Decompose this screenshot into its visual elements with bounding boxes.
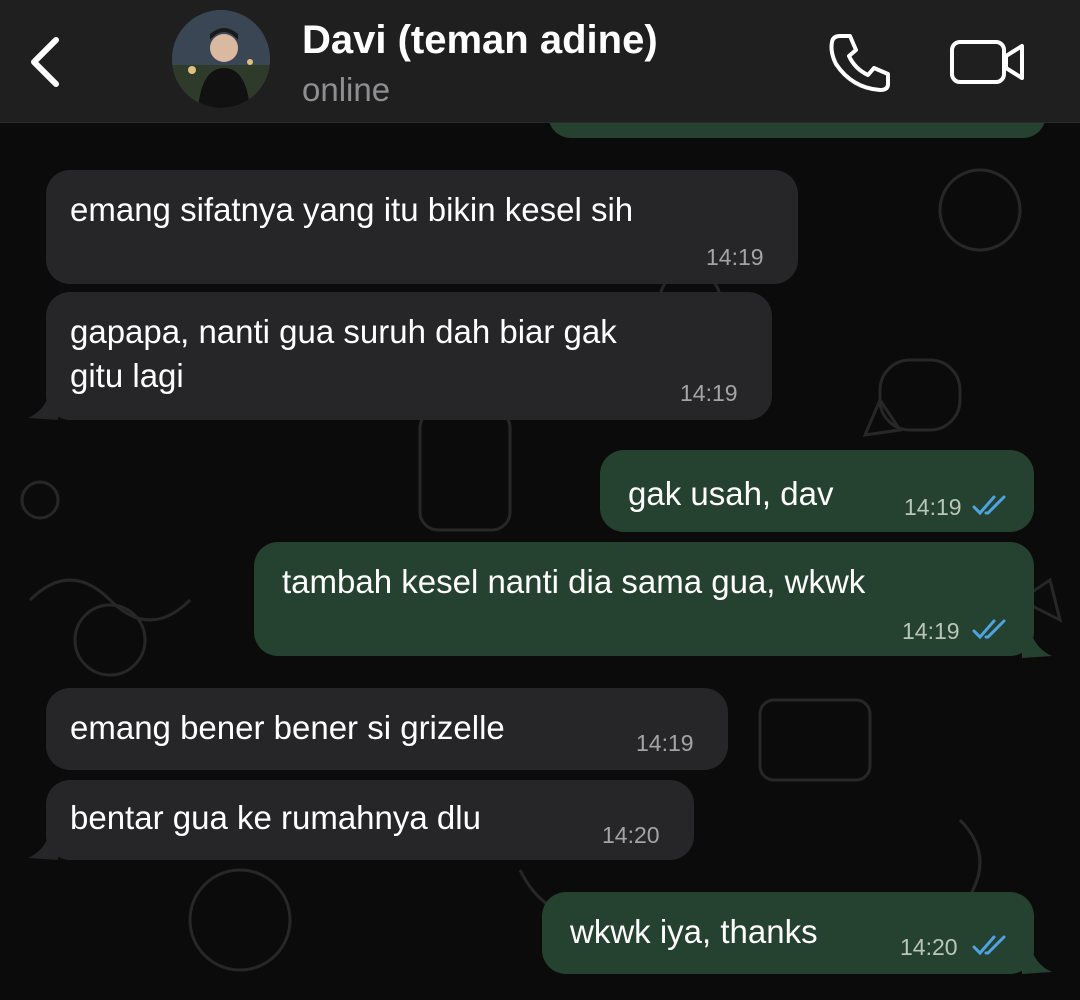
message-text: bentar gua ke rumahnya dlu [70, 799, 481, 836]
message-bubble-outgoing[interactable]: gak usah, dav 14:19 [600, 450, 1034, 532]
chevron-left-icon [31, 37, 59, 87]
phone-icon [829, 34, 890, 92]
contact-name[interactable]: Davi (teman adine) [302, 18, 658, 63]
message-text: tambah kesel nanti dia sama gua, wkwk [282, 563, 866, 600]
message-text: gak usah, dav [628, 475, 834, 512]
back-button[interactable] [22, 30, 70, 94]
read-ticks-icon [972, 495, 1006, 516]
message-bubble-incoming[interactable]: emang sifatnya yang itu bikin kesel sih … [46, 170, 798, 284]
message-text-line2: gitu lagi [70, 357, 184, 394]
video-camera-icon [950, 40, 1024, 84]
avatar[interactable] [172, 10, 270, 108]
message-text: emang sifatnya yang itu bikin kesel sih [70, 191, 634, 228]
message-bubble-outgoing[interactable]: wkwk iya, thanks 14:20 [542, 892, 1034, 974]
message-bubble-incoming[interactable]: emang bener bener si grizelle 14:19 [46, 688, 728, 770]
read-ticks-icon [972, 935, 1006, 956]
message-text: wkwk iya, thanks [570, 913, 818, 950]
contact-status: online [302, 71, 391, 108]
voice-call-button[interactable] [826, 30, 892, 92]
message-time: 14:19 [706, 244, 764, 270]
message-bubble-incoming[interactable]: bentar gua ke rumahnya dlu 14:20 [46, 780, 694, 860]
chat-header: Davi (teman adine) online [0, 0, 1080, 123]
message-time: 14:19 [902, 618, 960, 644]
message-time: 14:20 [602, 822, 660, 848]
message-time: 14:19 [680, 380, 738, 406]
profile-photo [172, 10, 270, 108]
bubble-tail [1022, 944, 1052, 974]
message-text: emang bener bener si grizelle [70, 709, 505, 746]
message-time: 14:19 [636, 730, 694, 756]
read-ticks-icon [972, 619, 1006, 640]
message-text-line1: gapapa, nanti gua suruh dah biar gak [70, 313, 617, 350]
message-time: 14:19 [904, 494, 962, 520]
message-bubble-incoming[interactable]: gapapa, nanti gua suruh dah biar gak git… [46, 292, 772, 420]
message-bubble-outgoing[interactable]: tambah kesel nanti dia sama gua, wkwk 14… [254, 542, 1034, 656]
message-time: 14:20 [900, 934, 958, 960]
bubble-tail [1022, 628, 1052, 658]
video-call-button[interactable] [948, 34, 1028, 90]
